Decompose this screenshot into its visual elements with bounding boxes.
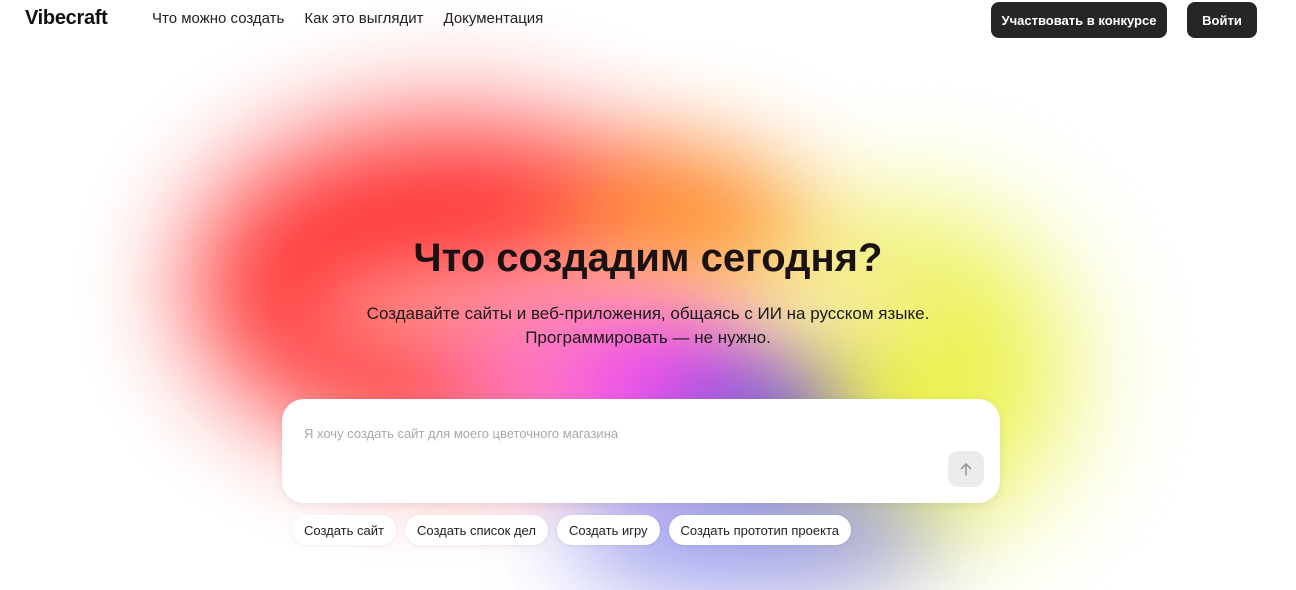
arrow-up-icon: [960, 463, 972, 476]
hero-subtitle-line-2: Программировать — не нужно.: [525, 328, 771, 347]
suggestion-create-site[interactable]: Создать сайт: [292, 515, 396, 545]
nav-link-what-to-create[interactable]: Что можно создать: [152, 10, 284, 27]
suggestion-create-todo-list[interactable]: Создать список дел: [404, 515, 548, 545]
hero-subtitle-line-1: Создавайте сайты и веб-приложения, общая…: [366, 304, 930, 323]
top-header: Vibecraft Что можно создать Как это выгл…: [0, 0, 1296, 40]
hero-title: Что создадим сегодня?: [413, 236, 883, 280]
suggestion-create-game[interactable]: Создать игру: [556, 515, 660, 545]
suggestion-create-prototype[interactable]: Создать прототип проекта: [668, 515, 851, 545]
nav-link-how-it-looks[interactable]: Как это выглядит: [304, 10, 423, 27]
nav-link-documentation[interactable]: Документация: [444, 10, 544, 27]
prompt-box: [282, 399, 1000, 503]
suggestion-chips: Создать сайт Создать список дел Создать …: [292, 515, 851, 545]
join-contest-button[interactable]: Участвовать в конкурсе: [991, 2, 1167, 38]
send-button[interactable]: [948, 451, 984, 487]
main-nav: Что можно создать Как это выглядит Докум…: [152, 10, 543, 27]
logo[interactable]: Vibecraft: [25, 7, 108, 30]
login-button[interactable]: Войти: [1187, 2, 1257, 38]
prompt-input[interactable]: [304, 423, 904, 443]
